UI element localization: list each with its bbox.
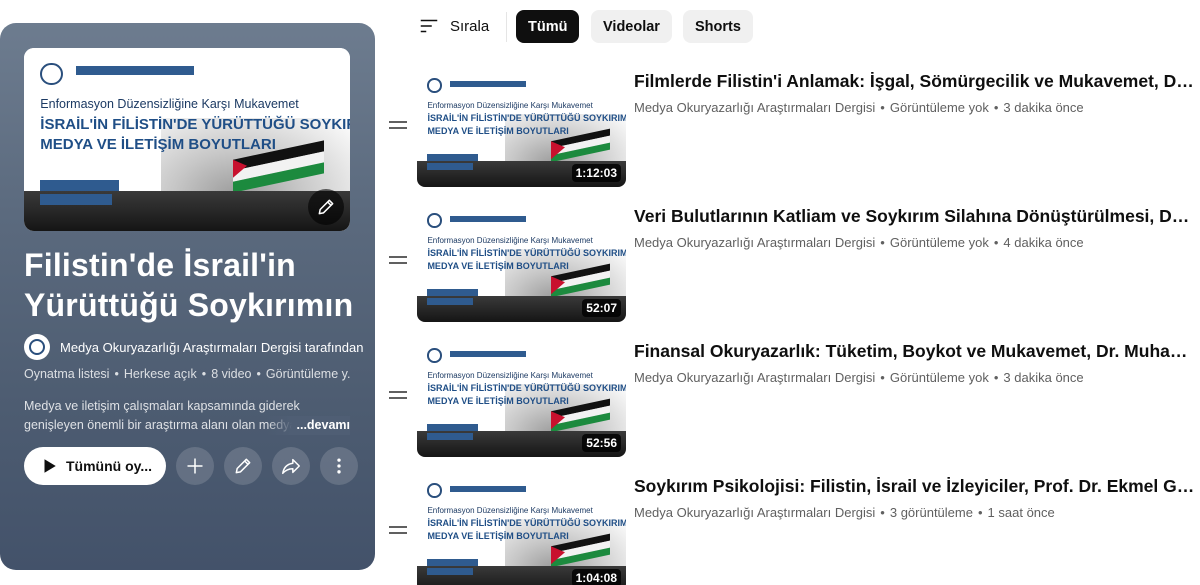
thumbnail-headline: İSRAİL'İN FİLİSTİN'DE YÜRÜTTÜĞÜ SOYKIRIM… [427, 382, 626, 393]
video-meta: Medya Okuryazarlığı Araştırmaları Dergis… [634, 370, 1084, 385]
play-all-button[interactable]: Tümünü oy... [24, 447, 166, 485]
thumbnail-headline: İSRAİL'İN FİLİSTİN'DE YÜRÜTTÜĞÜ SOYKIRIM… [427, 112, 626, 123]
add-video-button[interactable] [176, 447, 214, 485]
video-views: Görüntüleme yok [889, 370, 989, 385]
video-thumbnail[interactable]: Enformasyon Düzensizliğine Karşı Mukavem… [417, 474, 626, 585]
thumbnail-subtitle: Enformasyon Düzensizliğine Karşı Mukavem… [40, 97, 299, 112]
playlist-video-count: 8 video [211, 367, 252, 381]
chip-all[interactable]: Tümü [516, 10, 580, 43]
playlist-visibility[interactable]: Herkese açık [124, 367, 197, 381]
thumbnail-headline: İSRAİL'İN FİLİSTİN'DE YÜRÜTTÜĞÜ SOYKIRIM… [427, 517, 626, 528]
play-icon [44, 459, 56, 473]
video-age: 3 dakika önce [1003, 100, 1084, 115]
video-age: 4 dakika önce [1003, 235, 1084, 250]
playlist-thumbnail[interactable]: Enformasyon Düzensizliğine Karşı Mukavem… [24, 48, 350, 231]
edit-playlist-button[interactable] [224, 447, 262, 485]
sort-icon [420, 19, 438, 33]
thumbnail-headline: MEDYA VE İLETİŞİM BOYUTLARI [427, 125, 569, 136]
drag-handle-icon[interactable] [389, 121, 407, 133]
video-title[interactable]: Soykırım Psikolojisi: Filistin, İsrail v… [634, 474, 1197, 498]
sort-label: Sırala [450, 17, 490, 35]
sort-button[interactable]: Sırala [418, 15, 489, 37]
playlist-title-line: Filistin'de İsrail'in [24, 247, 296, 283]
channel-name[interactable]: Medya Okuryazarlığı Araştırmaları Dergis… [634, 505, 875, 520]
video-duration: 1:12:03 [571, 164, 621, 182]
thumbnail-headline: MEDYA VE İLETİŞİM BOYUTLARI [40, 135, 276, 153]
edit-thumbnail-button[interactable] [308, 189, 344, 225]
list-item[interactable]: Enformasyon Düzensizliğine Karşı Mukavem… [385, 339, 1200, 461]
description-line: Medya ve iletişim çalışmaları kapsamında… [24, 399, 300, 413]
playlist-description[interactable]: Medya ve iletişim çalışmaları kapsamında… [24, 397, 350, 435]
video-duration: 52:56 [582, 434, 621, 452]
video-meta: Medya Okuryazarlığı Araştırmaları Dergis… [634, 235, 1084, 250]
thumbnail-art: Enformasyon Düzensizliğine Karşı Mukavem… [24, 48, 350, 231]
thumbnail-headline: MEDYA VE İLETİŞİM BOYUTLARI [427, 395, 569, 406]
playlist-header-panel: Enformasyon Düzensizliğine Karşı Mukavem… [0, 23, 375, 570]
video-views: Görüntüleme yok [889, 100, 989, 115]
thumbnail-subtitle: Enformasyon Düzensizliğine Karşı Mukavem… [427, 505, 593, 515]
channel-name[interactable]: Medya Okuryazarlığı Araştırmaları Dergis… [634, 100, 875, 115]
video-duration: 52:07 [582, 299, 621, 317]
chip-videos[interactable]: Videolar [591, 10, 672, 43]
playlist-actions: Tümünü oy... [24, 447, 358, 485]
share-icon [282, 458, 300, 475]
thumbnail-headline: MEDYA VE İLETİŞİM BOYUTLARI [427, 530, 569, 541]
drag-handle-icon[interactable] [389, 256, 407, 268]
plus-icon [187, 458, 203, 474]
thumbnail-headline: İSRAİL'İN FİLİSTİN'DE YÜRÜTTÜĞÜ SOYKIRIM… [40, 115, 350, 133]
channel-name[interactable]: Medya Okuryazarlığı Araştırmaları Dergis… [634, 370, 875, 385]
playlist-views: Görüntüleme y... [265, 367, 350, 381]
channel-name[interactable]: Medya Okuryazarlığı Araştırmaları Dergis… [634, 235, 875, 250]
playlist-meta: Oynatma listesi • Herkese açık • 8 video • Gör… [24, 367, 350, 381]
thumbnail-headline: MEDYA VE İLETİŞİM BOYUTLARI [427, 260, 569, 271]
video-duration: 1:04:08 [571, 569, 621, 585]
playlist-title: Filistin'de İsrail'in Yürüttüğü Soykırım… [24, 245, 354, 325]
thumbnail-subtitle: Enformasyon Düzensizliğine Karşı Mukavem… [427, 100, 593, 110]
pencil-icon [235, 458, 251, 474]
video-title[interactable]: Finansal Okuryazarlık: Tüketim, Boykot v… [634, 339, 1197, 363]
video-age: 1 saat önce [987, 505, 1055, 520]
description-more-link[interactable]: ...devamı [266, 416, 350, 435]
more-actions-button[interactable] [320, 447, 358, 485]
thumbnail-subtitle: Enformasyon Düzensizliğine Karşı Mukavem… [427, 370, 593, 380]
more-vert-icon [337, 458, 341, 474]
share-button[interactable] [272, 447, 310, 485]
video-thumbnail[interactable]: Enformasyon Düzensizliğine Karşı Mukavem… [417, 69, 626, 187]
drag-handle-icon[interactable] [389, 391, 407, 403]
thumbnail-subtitle: Enformasyon Düzensizliğine Karşı Mukavem… [427, 235, 593, 245]
video-thumbnail[interactable]: Enformasyon Düzensizliğine Karşı Mukavem… [417, 339, 626, 457]
video-meta: Medya Okuryazarlığı Araştırmaları Dergis… [634, 100, 1084, 115]
drag-handle-icon[interactable] [389, 526, 407, 538]
avatar[interactable] [24, 334, 50, 360]
video-views: Görüntüleme yok [889, 235, 989, 250]
video-title[interactable]: Filmlerde Filistin'i Anlamak: İşgal, Söm… [634, 69, 1197, 93]
video-views: 3 görüntüleme [889, 505, 973, 520]
list-item[interactable]: Enformasyon Düzensizliğine Karşı Mukavem… [385, 69, 1200, 191]
owner-name[interactable]: Medya Okuryazarlığı Araştırmaları Dergis… [60, 340, 363, 355]
list-item[interactable]: Enformasyon Düzensizliğine Karşı Mukavem… [385, 474, 1200, 585]
filter-divider [506, 12, 507, 42]
video-title[interactable]: Veri Bulutlarının Katliam ve Soykırım Si… [634, 204, 1197, 228]
chip-shorts[interactable]: Shorts [683, 10, 753, 43]
list-item[interactable]: Enformasyon Düzensizliğine Karşı Mukavem… [385, 204, 1200, 326]
playlist-title-line: Yürüttüğü Soykırımın ... [24, 287, 354, 323]
playlist-type: Oynatma listesi [24, 367, 110, 381]
play-all-label: Tümünü oy... [66, 458, 153, 474]
playlist-owner[interactable]: Medya Okuryazarlığı Araştırmaları Dergis… [24, 334, 363, 360]
thumbnail-headline: İSRAİL'İN FİLİSTİN'DE YÜRÜTTÜĞÜ SOYKIRIM… [427, 247, 626, 258]
video-meta: Medya Okuryazarlığı Araştırmaları Dergis… [634, 505, 1055, 520]
video-age: 3 dakika önce [1003, 370, 1084, 385]
video-thumbnail[interactable]: Enformasyon Düzensizliğine Karşı Mukavem… [417, 204, 626, 322]
pencil-icon [318, 199, 334, 215]
